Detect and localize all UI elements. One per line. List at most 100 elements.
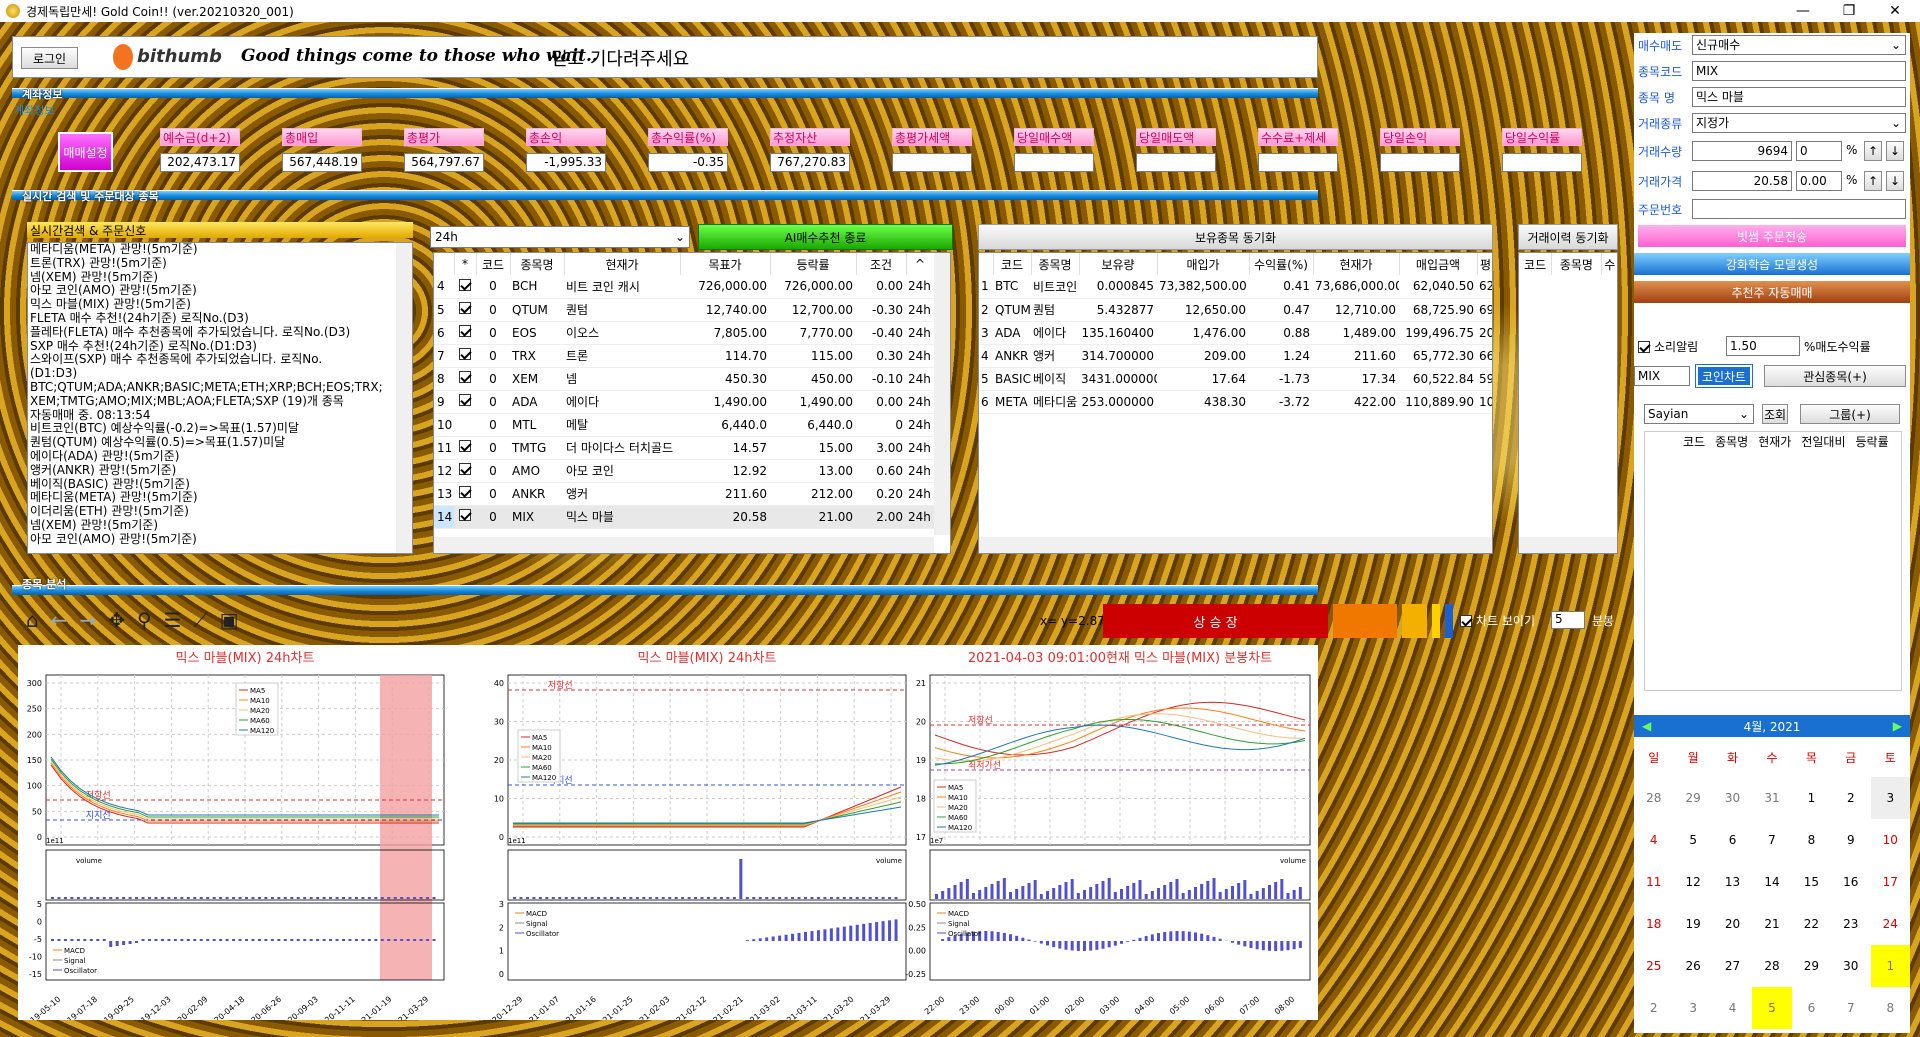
table-row[interactable]: 8 0 XEM 넴 450.30 450.00 -0.10 24h xyxy=(434,367,934,391)
holdings-header[interactable]: 보유량 xyxy=(1079,253,1158,275)
calendar-day[interactable]: 12 xyxy=(1673,861,1712,903)
calendar-day[interactable]: 31 xyxy=(1752,777,1791,819)
table-row[interactable]: 13 0 ANKR 앵커 211.60 212.00 0.20 24h xyxy=(434,482,934,506)
candidate-vscroll[interactable] xyxy=(934,253,950,535)
login-button[interactable]: 로그인 xyxy=(21,47,78,69)
row-check-cell[interactable] xyxy=(454,482,476,506)
table-row[interactable]: 14 0 MIX 믹스 마블 20.58 21.00 2.00 24h xyxy=(434,505,934,529)
qty-down-button[interactable]: ↓ xyxy=(1886,141,1904,161)
history-header[interactable]: 종목명 xyxy=(1551,253,1602,275)
price-pct-spinner[interactable]: 0.00 xyxy=(1796,171,1842,191)
calendar-day[interactable]: 8 xyxy=(1871,987,1910,1029)
calendar-day[interactable]: 26 xyxy=(1673,945,1712,987)
candidate-header[interactable]: 현재가 xyxy=(564,253,681,275)
row-checkbox[interactable] xyxy=(459,302,471,314)
row-checkbox[interactable] xyxy=(459,371,471,383)
history-header[interactable]: 코드 xyxy=(1519,253,1553,275)
calendar-title[interactable]: 4월, 2021 xyxy=(1744,718,1801,735)
holdings-header[interactable] xyxy=(979,253,994,275)
candidate-header[interactable]: 종목명 xyxy=(510,253,565,275)
holdings-header[interactable]: 수익률(%) xyxy=(1249,253,1314,275)
row-check-cell[interactable] xyxy=(454,344,476,368)
table-row[interactable]: 7 0 TRX 트론 114.70 115.00 0.30 24h xyxy=(434,344,934,368)
calendar-day[interactable]: 28 xyxy=(1752,945,1791,987)
calendar-day[interactable]: 4 xyxy=(1634,819,1673,861)
qty-input[interactable]: 9694 xyxy=(1692,141,1792,161)
holdings-header[interactable]: 평 xyxy=(1477,253,1492,275)
row-check-cell[interactable] xyxy=(454,459,476,483)
candidate-header[interactable]: 목표가 xyxy=(680,253,771,275)
interval-spinner[interactable]: 5 xyxy=(1551,611,1585,629)
calendar-day[interactable]: 27 xyxy=(1713,945,1752,987)
calendar-day[interactable]: 30 xyxy=(1831,945,1870,987)
calendar-day[interactable]: 7 xyxy=(1752,819,1791,861)
side-select[interactable]: 신규매수 ⌄ xyxy=(1692,35,1906,55)
watch-header[interactable]: 현재가 xyxy=(1758,432,1791,452)
candidate-header[interactable]: 코드 xyxy=(476,253,511,275)
calendar-day[interactable]: 19 xyxy=(1673,903,1712,945)
history-hscroll[interactable] xyxy=(1519,537,1617,553)
row-check-cell[interactable] xyxy=(454,367,476,391)
signal-log-list[interactable]: 메타디움(META) 관망!(5m기준) 트론(TRX) 관망!(5m기준) 넴(X… xyxy=(27,242,413,554)
calendar-day[interactable]: 9 xyxy=(1831,819,1870,861)
watch-header[interactable]: 코드 xyxy=(1683,432,1705,452)
table-row[interactable]: 5 BASIC 베이직 3431.000000 17.64 -1.73 17.34 60,52… xyxy=(979,367,1492,391)
row-checkbox[interactable] xyxy=(459,463,471,475)
calendar-next-icon[interactable]: ▶ xyxy=(1893,719,1902,733)
save-icon[interactable]: ▣ xyxy=(220,608,239,632)
sell-pct-spinner[interactable]: 1.50 xyxy=(1726,336,1800,356)
calendar-day[interactable]: 22 xyxy=(1792,903,1831,945)
candidate-header[interactable]: 조건 xyxy=(856,253,907,275)
trade-settings-button[interactable]: 매매설정 xyxy=(58,132,113,172)
calendar-day[interactable]: 3 xyxy=(1673,987,1712,1029)
calendar-day[interactable]: 1 xyxy=(1792,777,1831,819)
row-check-cell[interactable] xyxy=(454,413,476,437)
qty-up-button[interactable]: ↑ xyxy=(1864,141,1882,161)
row-check-cell[interactable] xyxy=(454,298,476,322)
calendar-day[interactable]: 1 xyxy=(1870,945,1910,987)
calendar-day[interactable]: 17 xyxy=(1871,861,1910,903)
holdings-header[interactable]: 코드 xyxy=(993,253,1032,275)
calendar-day[interactable]: 6 xyxy=(1713,819,1752,861)
row-checkbox[interactable] xyxy=(459,278,471,291)
calendar-day[interactable]: 15 xyxy=(1792,861,1831,903)
coin-chart-button[interactable]: 코인차트 xyxy=(1695,364,1753,388)
calendar-day[interactable]: 14 xyxy=(1752,861,1791,903)
calendar-day[interactable]: 24 xyxy=(1871,903,1910,945)
calendar-day[interactable]: 29 xyxy=(1792,945,1831,987)
row-check-cell[interactable] xyxy=(454,390,476,414)
candidate-hscroll[interactable] xyxy=(434,537,934,553)
zoom-icon[interactable]: ⚲ xyxy=(137,608,152,632)
row-checkbox[interactable] xyxy=(459,486,471,498)
calendar-day[interactable]: 10 xyxy=(1871,819,1910,861)
watch-header[interactable]: 종목명 xyxy=(1715,432,1748,452)
charts-svg[interactable]: 믹스 마블(MIX) 24h차트3002502001501005002019-0… xyxy=(18,645,1318,1031)
price-input[interactable]: 20.58 xyxy=(1692,171,1792,191)
candidate-header[interactable]: 등락률 xyxy=(770,253,857,275)
ai-recommend-button[interactable]: AI매수추천 종료 xyxy=(698,224,953,250)
calendar-day[interactable]: 16 xyxy=(1831,861,1870,903)
calendar-day[interactable]: 4 xyxy=(1713,987,1752,1029)
calendar-day[interactable]: 5 xyxy=(1673,819,1712,861)
calendar-day[interactable]: 11 xyxy=(1634,861,1673,903)
home-icon[interactable]: ⌂ xyxy=(26,608,39,632)
code-input[interactable]: MIX xyxy=(1692,61,1906,81)
row-check-cell[interactable] xyxy=(454,505,476,529)
price-down-button[interactable]: ↓ xyxy=(1886,171,1904,191)
table-row[interactable]: 11 0 TMTG 더 마이다스 터치골드 14.57 15.00 3.00 24h xyxy=(434,436,934,460)
calendar-day[interactable]: 3 xyxy=(1870,777,1910,819)
log-scrollbar[interactable] xyxy=(396,243,412,553)
calendar-day[interactable]: 2 xyxy=(1634,987,1673,1029)
table-row[interactable]: 2 QTUM 퀀텀 5.432877 12,650.00 0.47 12,710.00 68,… xyxy=(979,298,1492,322)
watch-list[interactable]: 코드 종목명 현재가 전일대비 등락률 xyxy=(1644,431,1902,691)
table-row[interactable]: 10 0 MTL 메탈 6,440.0 6,440.0 0 24h xyxy=(434,413,934,437)
table-row[interactable]: 9 0 ADA 에이다 1,490.00 1,490.00 0.00 24h xyxy=(434,390,934,414)
calendar-day[interactable]: 30 xyxy=(1713,777,1752,819)
history-sync-button[interactable]: 거래이력 동기화 xyxy=(1518,224,1618,250)
forward-arrow-icon[interactable]: → xyxy=(79,608,96,632)
holdings-header[interactable]: 현재가 xyxy=(1313,253,1400,275)
auto-trade-button[interactable]: 추천주 자동매매 xyxy=(1634,281,1910,303)
table-row[interactable]: 12 0 AMO 아모 코인 12.92 13.00 0.60 24h xyxy=(434,459,934,483)
holdings-hscroll[interactable] xyxy=(979,537,1492,553)
calendar-day[interactable]: 2 xyxy=(1831,777,1870,819)
